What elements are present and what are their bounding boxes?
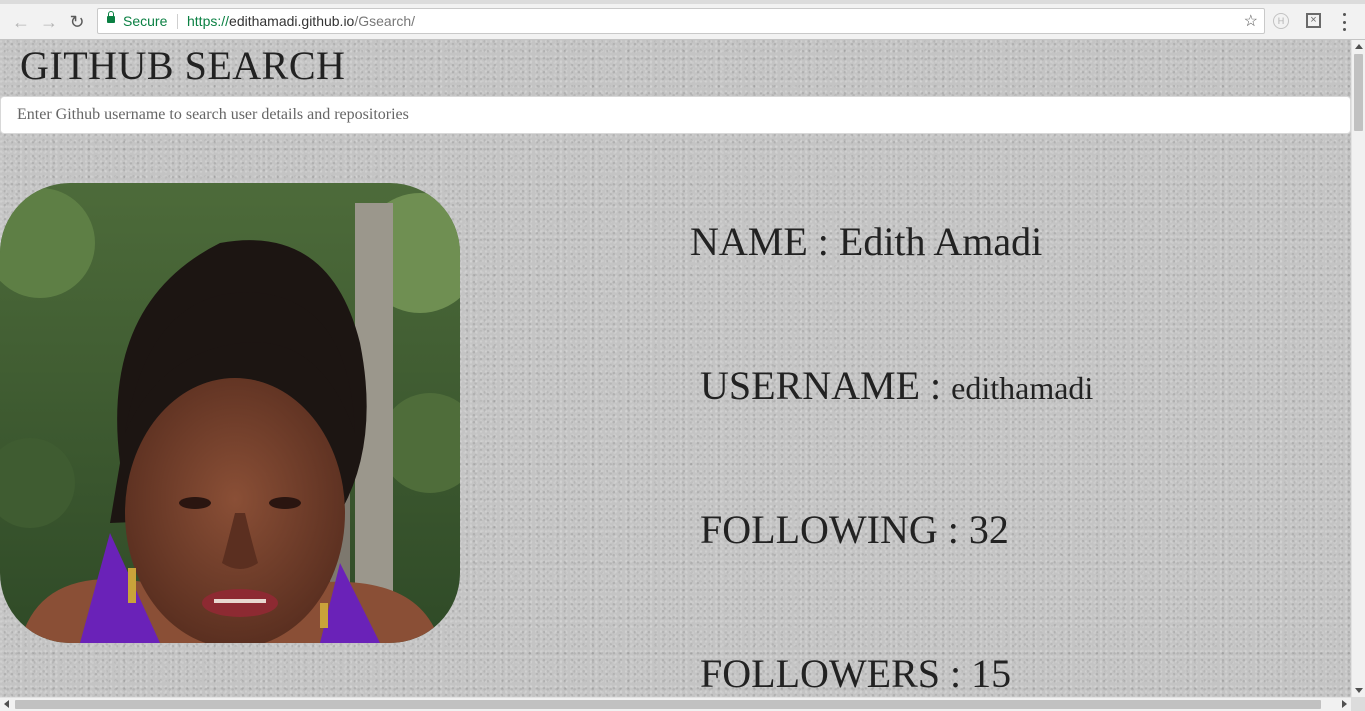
page-viewport: GITHUB SEARCH Enter Github username to s… (0, 40, 1351, 697)
url-scheme: https:// (187, 13, 230, 29)
url-host: edithamadi.github.io (229, 13, 355, 29)
url-path: /Gsearch/ (354, 13, 416, 29)
username-label: USERNAME : (700, 363, 952, 408)
scrollbar-corner (1351, 697, 1365, 711)
horizontal-scrollbar[interactable] (0, 697, 1351, 711)
scroll-right-arrow-icon[interactable] (1342, 700, 1347, 708)
profile-following: FOLLOWING : 32 (700, 507, 1009, 552)
address-bar[interactable]: Secure https://edithamadi.github.io/Gsea… (97, 8, 1265, 34)
extension-x-icon[interactable]: × (1306, 13, 1321, 28)
bookmark-star-icon[interactable]: ☆ (1244, 11, 1258, 31)
profile-username: USERNAME : edithamadi (700, 362, 1093, 409)
address-divider (177, 14, 178, 29)
scroll-left-arrow-icon[interactable] (4, 700, 9, 708)
avatar (0, 183, 460, 643)
reload-icon[interactable]: ↻ (66, 11, 88, 33)
horizontal-scroll-thumb[interactable] (15, 700, 1321, 709)
vertical-scrollbar[interactable] (1351, 40, 1365, 697)
extension-h-icon[interactable]: H (1273, 13, 1289, 29)
url-text[interactable]: https://edithamadi.github.io/Gsearch/ (187, 13, 415, 29)
back-arrow-icon[interactable]: ← (10, 11, 32, 33)
scroll-up-arrow-icon[interactable] (1355, 44, 1363, 49)
lock-icon (107, 11, 115, 23)
vertical-scroll-thumb[interactable] (1354, 54, 1363, 131)
browser-toolbar: ← → ↻ Secure https://edithamadi.github.i… (0, 4, 1365, 40)
security-label: Secure (123, 13, 168, 29)
username-value: edithamadi (951, 370, 1094, 406)
forward-arrow-icon[interactable]: → (38, 11, 60, 33)
profile-name: NAME : Edith Amadi (690, 219, 1043, 264)
page-title: GITHUB SEARCH (20, 43, 346, 88)
profile-followers: FOLLOWERS : 15 (700, 651, 1012, 696)
menu-dots-icon[interactable] (1338, 13, 1350, 31)
search-input[interactable] (0, 96, 1351, 134)
scroll-down-arrow-icon[interactable] (1355, 688, 1363, 693)
